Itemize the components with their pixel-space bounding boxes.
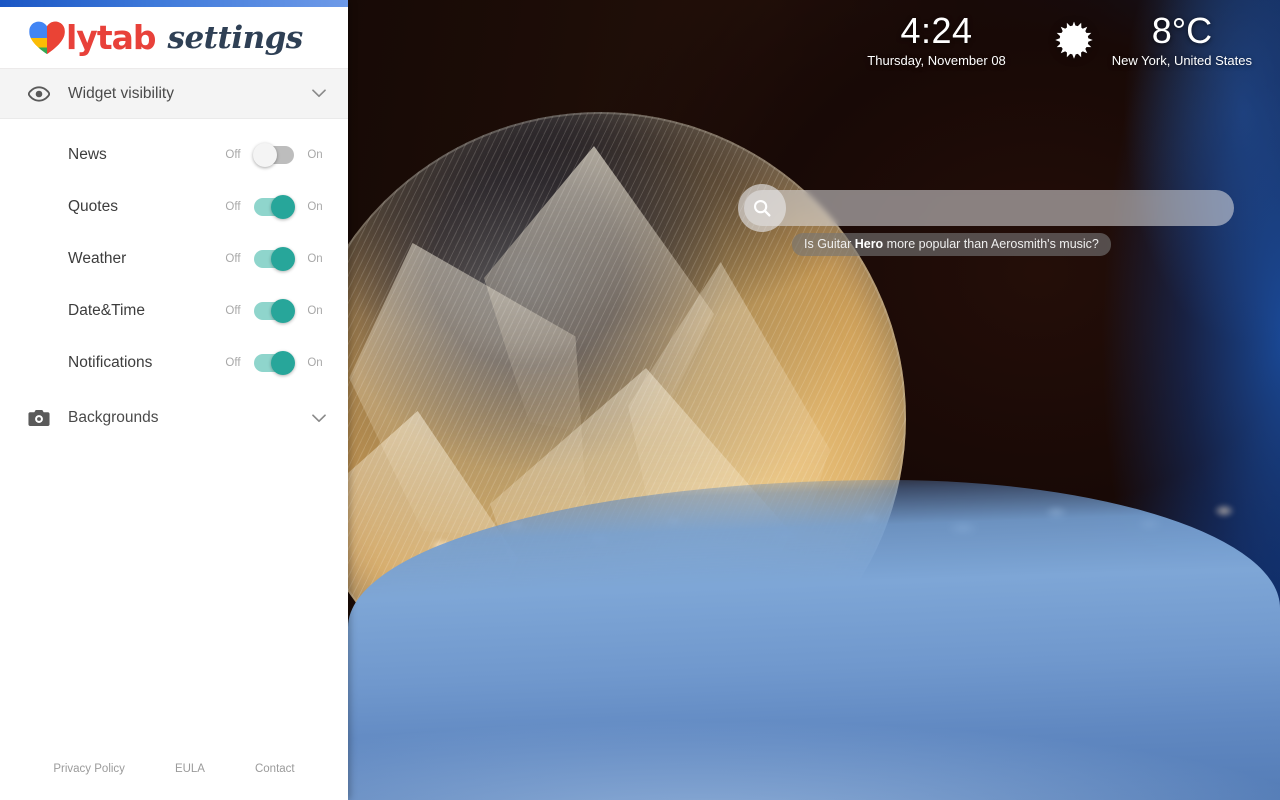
widget-visibility-list: News Off On Quotes Off On Weather Off On Date&Tim…	[0, 119, 348, 393]
widget-toggle-switch[interactable]	[254, 351, 295, 375]
widget-toggle-switch[interactable]	[254, 195, 295, 219]
toggle-on-label: On	[307, 305, 323, 317]
brand-suffix: settings	[167, 19, 304, 56]
toggle-knob	[271, 299, 295, 323]
sun-icon	[1055, 21, 1093, 59]
widget-label: Date&Time	[68, 302, 145, 319]
search-button[interactable]	[738, 184, 786, 232]
widget-toggle-row: Date&Time Off On	[0, 285, 348, 337]
footer-link[interactable]: Contact	[255, 763, 295, 775]
section-title: Widget visibility	[68, 84, 174, 102]
toggle-off-label: Off	[225, 305, 241, 317]
toggle-off-label: Off	[225, 357, 241, 369]
brand-name: lytab	[66, 18, 156, 57]
heart-logo	[29, 21, 65, 54]
weather-text: 8°C New York, United States	[1111, 10, 1252, 69]
section-title: Backgrounds	[68, 409, 159, 426]
widget-toggle-switch[interactable]	[254, 299, 295, 323]
footer-link[interactable]: EULA	[175, 763, 205, 775]
search-suggestion[interactable]: Is Guitar Hero more popular than Aerosmi…	[792, 233, 1111, 256]
toggle-on-label: On	[307, 149, 323, 161]
brand-header: lytab settings	[0, 7, 348, 69]
chevron-down-icon	[312, 89, 326, 98]
toggle-knob	[271, 247, 295, 271]
toggle-knob	[271, 351, 295, 375]
toggle-knob	[253, 143, 277, 167]
toggle-knob	[271, 195, 295, 219]
search-input[interactable]	[786, 190, 1234, 226]
toggle-off-label: Off	[225, 253, 241, 265]
search-icon	[753, 199, 771, 217]
widget-label: Weather	[68, 250, 127, 267]
chevron-down-icon	[312, 413, 326, 422]
weather-widget: 8°C New York, United States	[1050, 10, 1252, 68]
weather-temperature: 8°C	[1151, 10, 1213, 51]
clock-time: 4:24	[900, 10, 973, 51]
widget-toggle-row: Weather Off On	[0, 233, 348, 285]
toggle-off-label: Off	[225, 149, 241, 161]
widget-toggle-row: Quotes Off On	[0, 181, 348, 233]
top-widgets: 4:24 Thursday, November 08 8°C New York,…	[867, 10, 1252, 69]
weather-location: New York, United States	[1111, 53, 1252, 68]
section-backgrounds[interactable]: Backgrounds	[0, 393, 348, 443]
section-widget-visibility[interactable]: Widget visibility	[0, 69, 348, 119]
sidebar-footer: Privacy Policy EULA Contact	[0, 746, 348, 800]
eye-icon	[26, 85, 52, 102]
snow-bank	[348, 480, 1280, 800]
widget-label: News	[68, 146, 107, 163]
toggle-on-label: On	[307, 201, 323, 213]
toggle-on-label: On	[307, 357, 323, 369]
footer-link[interactable]: Privacy Policy	[53, 763, 125, 775]
new-tab-page: 4:24 Thursday, November 08 8°C New York,…	[0, 0, 1280, 800]
widget-toggle-switch[interactable]	[254, 247, 295, 271]
suggestion-suffix: more popular than Aerosmith's music?	[883, 237, 1099, 251]
widget-toggle-row: Notifications Off On	[0, 337, 348, 389]
widget-label: Quotes	[68, 198, 118, 215]
accent-top-bar	[0, 0, 348, 7]
toggle-on-label: On	[307, 253, 323, 265]
toggle-off-label: Off	[225, 201, 241, 213]
widget-label: Notifications	[68, 354, 153, 371]
clock-widget: 4:24 Thursday, November 08	[867, 10, 1006, 69]
background-photo: 4:24 Thursday, November 08 8°C New York,…	[348, 0, 1280, 800]
search-bar[interactable]	[738, 184, 1234, 232]
suggestion-highlight: Hero	[854, 237, 884, 251]
suggestion-prefix: Is Guitar	[804, 237, 855, 251]
settings-sidebar: lytab settings Widget visibility News Off…	[0, 0, 348, 800]
widget-toggle-switch[interactable]	[253, 143, 294, 167]
widget-toggle-row: News Off On	[0, 129, 348, 181]
camera-icon	[26, 409, 52, 427]
clock-date: Thursday, November 08	[867, 53, 1006, 68]
